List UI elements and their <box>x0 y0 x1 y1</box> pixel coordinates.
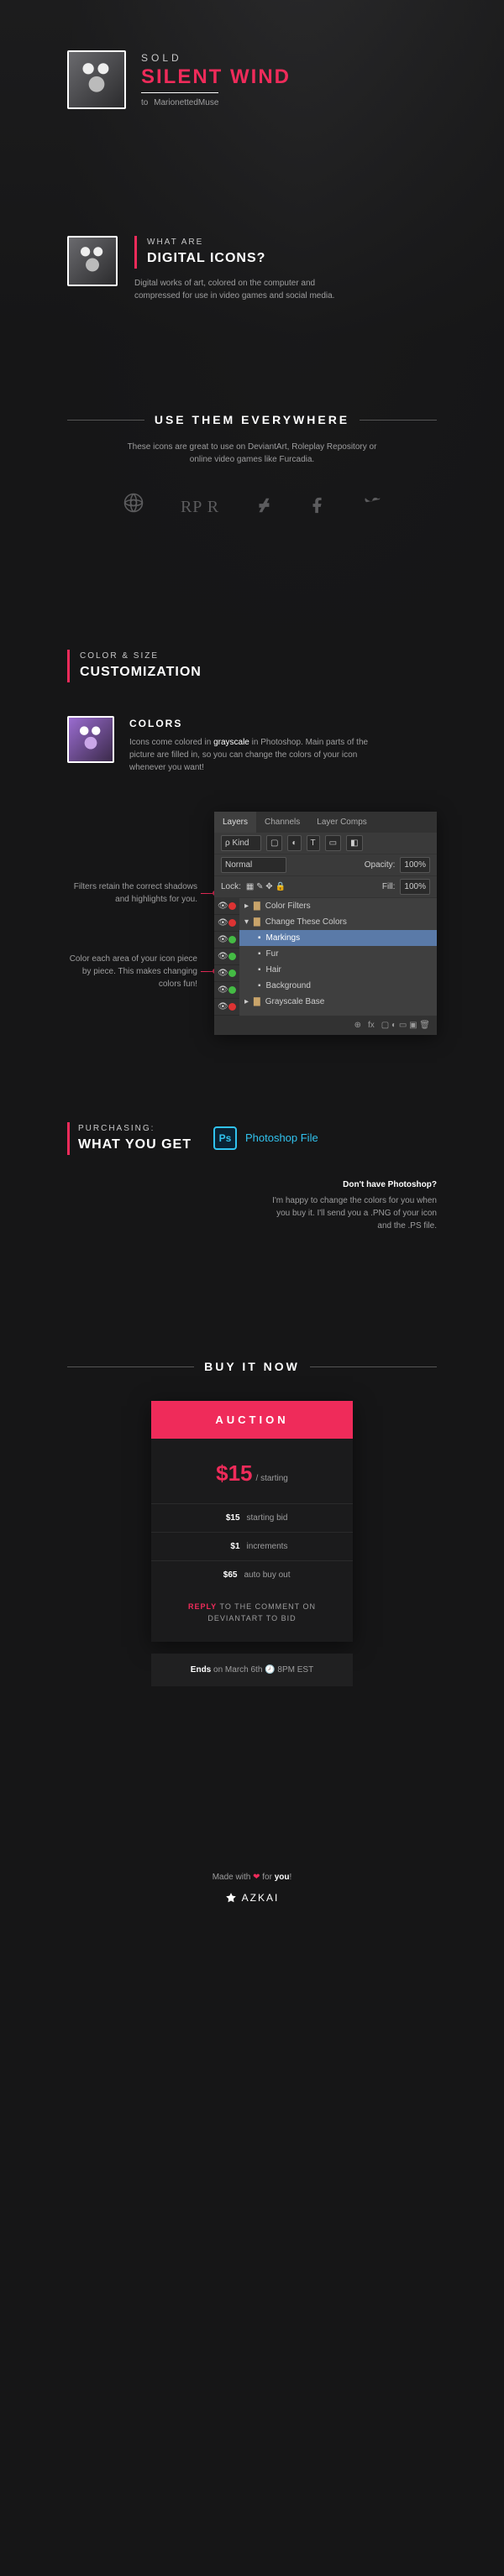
header: SOLD SILENT WIND to MarionettedMuse <box>0 0 504 110</box>
tab-layer-comps: Layer Comps <box>308 812 375 833</box>
layer-row: ▪ Markings <box>239 930 437 946</box>
price-lines: $15starting bid $1increments $65auto buy… <box>151 1497 353 1601</box>
section-desc: These icons are great to use on DeviantA… <box>118 441 386 466</box>
price-line: $1increments <box>151 1532 353 1560</box>
section-purchasing: PURCHASING: WHAT YOU GET Ps Photoshop Fi… <box>0 1122 504 1155</box>
photoshop-layers-panel: Layers Channels Layer Comps ρ Kind ▢◐T▭◧… <box>214 812 437 1035</box>
footer: Made with ❤ for you! AZKAI <box>0 1871 504 1905</box>
buyer-name: MarionettedMuse <box>154 98 218 107</box>
annotation-color-areas: Color each area of your icon piece by pi… <box>67 953 197 990</box>
facebook-icon <box>308 491 327 524</box>
product-avatar <box>67 50 126 109</box>
sold-label: SOLD <box>141 50 291 65</box>
annotation-filters: Filters retain the correct shadows and h… <box>67 880 197 906</box>
colored-avatar <box>67 716 114 763</box>
section-title: BUY IT NOW <box>67 1358 437 1376</box>
photoshop-panel-illustration: Filters retain the correct shadows and h… <box>0 812 504 1030</box>
layer-row: ▪ Hair <box>239 962 437 978</box>
brand-icon <box>225 1892 237 1904</box>
section-heading: WHAT ARE DIGITAL ICONS? <box>134 236 353 269</box>
photoshop-icon: Ps <box>213 1126 237 1150</box>
panel-lock-row: Lock: ▦ ✎ ✥ 🔒 Fill: 100% <box>214 876 437 898</box>
price-line: $15starting bid <box>151 1503 353 1532</box>
product-title: SILENT WIND <box>141 67 291 87</box>
section-use-everywhere: USE THEM EVERYWHERE These icons are grea… <box>0 411 504 524</box>
layer-row: ▾ ▇ Change These Colors <box>239 914 437 930</box>
no-photoshop-note: Don't have Photoshop? I'm happy to chang… <box>269 1178 504 1232</box>
example-avatar <box>67 236 118 286</box>
deviantart-icon <box>255 491 273 524</box>
panel-kind-row: ρ Kind ▢◐T▭◧ <box>214 833 437 854</box>
section-heading: PURCHASING: WHAT YOU GET <box>67 1122 192 1155</box>
colors-heading: COLORS <box>129 716 381 731</box>
section-title: USE THEM EVERYWHERE <box>67 411 437 429</box>
tab-channels: Channels <box>256 812 308 833</box>
furcadia-icon <box>122 491 145 524</box>
rpr-icon: RP R <box>181 494 219 520</box>
sold-to: to MarionettedMuse <box>141 92 218 109</box>
layer-row: ▸ ▇ Grayscale Base <box>239 994 437 1010</box>
section-customization: COLOR & SIZE CUSTOMIZATION COLORS Icons … <box>0 650 504 774</box>
panel-footer: ⊕ fx ▢ ◐ ▭ ▣ 🗑 <box>214 1016 437 1035</box>
tab-layers: Layers <box>214 812 256 833</box>
auction-card: AUCTION $15/ starting $15starting bid $1… <box>151 1401 353 1642</box>
card-header: AUCTION <box>151 1401 353 1440</box>
layer-row: ▸ ▇ Color Filters <box>239 898 437 914</box>
section-buy: BUY IT NOW AUCTION $15/ starting $15star… <box>0 1358 504 1686</box>
layer-row: ▪ Fur <box>239 946 437 962</box>
auction-end: Ends on March 6th 🕗 8PM EST <box>151 1654 353 1686</box>
bid-instructions: REPLY TO THE COMMENT ON DEVIANTART TO BI… <box>151 1601 353 1642</box>
file-type: Ps Photoshop File <box>213 1126 318 1150</box>
section-desc: Digital works of art, colored on the com… <box>134 277 353 302</box>
made-with: Made with ❤ for you! <box>0 1871 504 1884</box>
section-heading: COLOR & SIZE CUSTOMIZATION <box>67 650 202 682</box>
section-what-are: WHAT ARE DIGITAL ICONS? Digital works of… <box>0 236 504 302</box>
price-line: $65auto buy out <box>151 1560 353 1589</box>
platform-logos: RP R <box>67 491 437 524</box>
starting-price: $15/ starting <box>151 1439 353 1497</box>
panel-tabs: Layers Channels Layer Comps <box>214 812 437 833</box>
colors-desc: Icons come colored in grayscale in Photo… <box>129 736 381 774</box>
layers-list: 👁 👁 👁 👁 👁 👁 👁 ▸ ▇ Color Filters ▾ ▇ Chan… <box>214 898 437 1016</box>
brand: AZKAI <box>0 1890 504 1905</box>
layer-row: ▪ Background <box>239 978 437 994</box>
twitter-icon <box>362 491 382 524</box>
panel-blend-row: Normal Opacity: 100% <box>214 854 437 876</box>
